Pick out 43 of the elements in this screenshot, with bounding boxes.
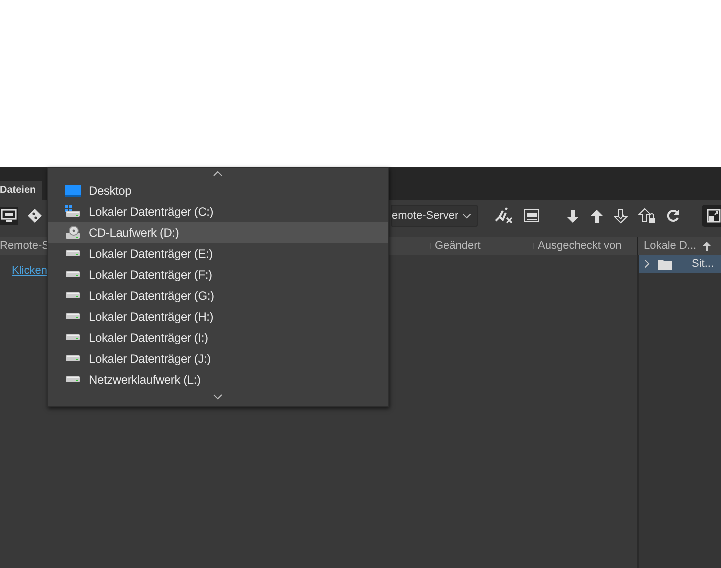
menu-item[interactable]: Lokaler Datenträger (C:) [48, 201, 388, 222]
menu-item[interactable]: Lokaler Datenträger (G:) [48, 285, 388, 306]
chevron-down-icon[interactable] [213, 394, 223, 400]
column-header[interactable]: Ausgecheckt von [534, 239, 622, 253]
drive-icon [65, 292, 81, 299]
panel-tab[interactable]: Dateien [0, 181, 42, 200]
chevron-up-icon[interactable] [213, 171, 223, 177]
sort-up-icon [702, 242, 711, 250]
desktop-icon [65, 184, 81, 196]
arrow-up-icon[interactable] [590, 208, 604, 224]
drive-icon [65, 313, 81, 320]
menu-item[interactable]: Lokaler Datenträger (H:) [48, 306, 388, 327]
tree-row[interactable]: Sit... [639, 255, 721, 273]
menu-item[interactable]: Lokaler Datenträger (I:) [48, 327, 388, 348]
chevron-down-icon [462, 214, 471, 218]
menu-item[interactable]: Lokaler Datenträger (J:) [48, 348, 388, 369]
cd-drive-icon [65, 226, 81, 240]
menu-item[interactable]: Netzwerklaufwerk (L:) [48, 369, 388, 390]
chevron-right-icon [645, 260, 650, 268]
expand-icon [706, 209, 721, 223]
folder-icon [658, 258, 672, 270]
column-header[interactable]: Geändert [431, 239, 481, 253]
menu-item[interactable]: CD-Laufwerk (D:) [48, 222, 388, 243]
monitor-icon[interactable] [1, 209, 17, 223]
drive-icon [65, 250, 81, 257]
arrow-check-icon[interactable] [614, 208, 628, 224]
drive-icon [65, 355, 81, 362]
drive-icon [65, 271, 81, 278]
ftp-icon[interactable] [524, 209, 540, 223]
server-select[interactable]: emote-Server [391, 205, 478, 227]
menu-item[interactable]: Lokaler Datenträger (F:) [48, 264, 388, 285]
menu-item[interactable]: Desktop [48, 180, 388, 201]
drive-icon [65, 205, 81, 218]
refresh-icon[interactable] [666, 209, 680, 223]
link[interactable]: Klicken [12, 265, 48, 277]
drive-icon [65, 334, 81, 341]
arrow-lock-icon[interactable] [638, 208, 656, 224]
arrow-down-icon[interactable] [566, 208, 580, 224]
network-drive-icon [65, 376, 81, 383]
diamond-icon[interactable] [27, 208, 43, 224]
server-select-value: emote-Server [392, 210, 459, 222]
menu-item[interactable]: Lokaler Datenträger (E:) [48, 243, 388, 264]
expand-button[interactable] [702, 205, 721, 227]
